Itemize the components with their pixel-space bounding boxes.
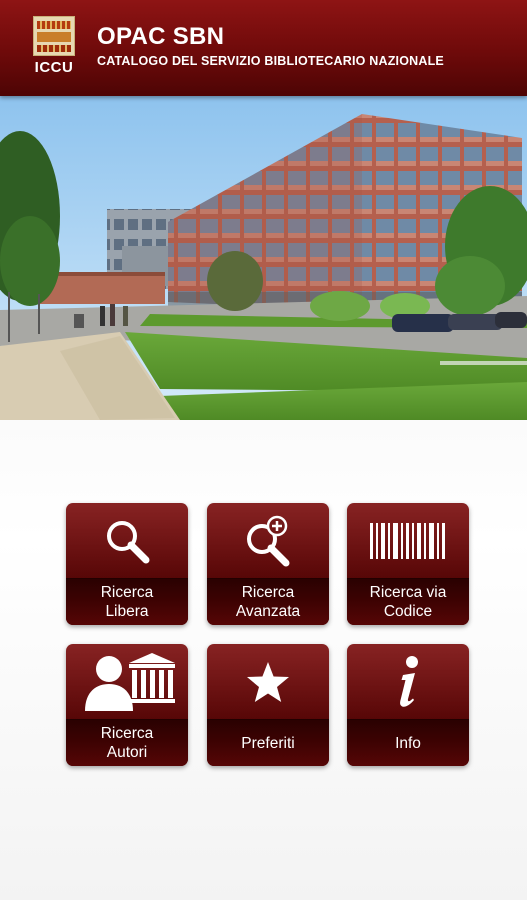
- app-subtitle: CATALOGO DEL SERVIZIO BIBLIOTECARIO NAZI…: [97, 54, 444, 68]
- magnifier-plus-icon: [207, 503, 329, 579]
- ricerca-autori-label: Ricerca Autori: [66, 719, 188, 766]
- app-screen: ICCU OPAC SBN CATALOGO DEL SERVIZIO BIBL…: [0, 0, 527, 900]
- ricerca-avanzata-button[interactable]: Ricerca Avanzata: [207, 503, 329, 625]
- ricerca-autori-button[interactable]: Ricerca Autori: [66, 644, 188, 766]
- preferiti-button[interactable]: Preferiti: [207, 644, 329, 766]
- author-library-icon: [66, 644, 188, 720]
- ricerca-libera-label: Ricerca Libera: [66, 578, 188, 625]
- info-button[interactable]: Info: [347, 644, 469, 766]
- info-icon: [347, 644, 469, 720]
- app-title: OPAC SBN: [97, 23, 225, 50]
- info-label: Info: [347, 719, 469, 766]
- iccu-logo: ICCU: [31, 14, 77, 80]
- ricerca-via-codice-label: Ricerca via Codice: [347, 578, 469, 625]
- library-building-photo: [0, 96, 527, 420]
- logo-emblem-icon: [33, 16, 75, 56]
- ricerca-via-codice-button[interactable]: Ricerca via Codice: [347, 503, 469, 625]
- logo-text: ICCU: [34, 59, 74, 76]
- app-header: ICCU OPAC SBN CATALOGO DEL SERVIZIO BIBL…: [0, 0, 527, 96]
- preferiti-label: Preferiti: [207, 719, 329, 766]
- magnifier-icon: [66, 503, 188, 579]
- ricerca-avanzata-label: Ricerca Avanzata: [207, 578, 329, 625]
- barcode-icon: [347, 503, 469, 579]
- star-icon: [207, 644, 329, 720]
- ricerca-libera-button[interactable]: Ricerca Libera: [66, 503, 188, 625]
